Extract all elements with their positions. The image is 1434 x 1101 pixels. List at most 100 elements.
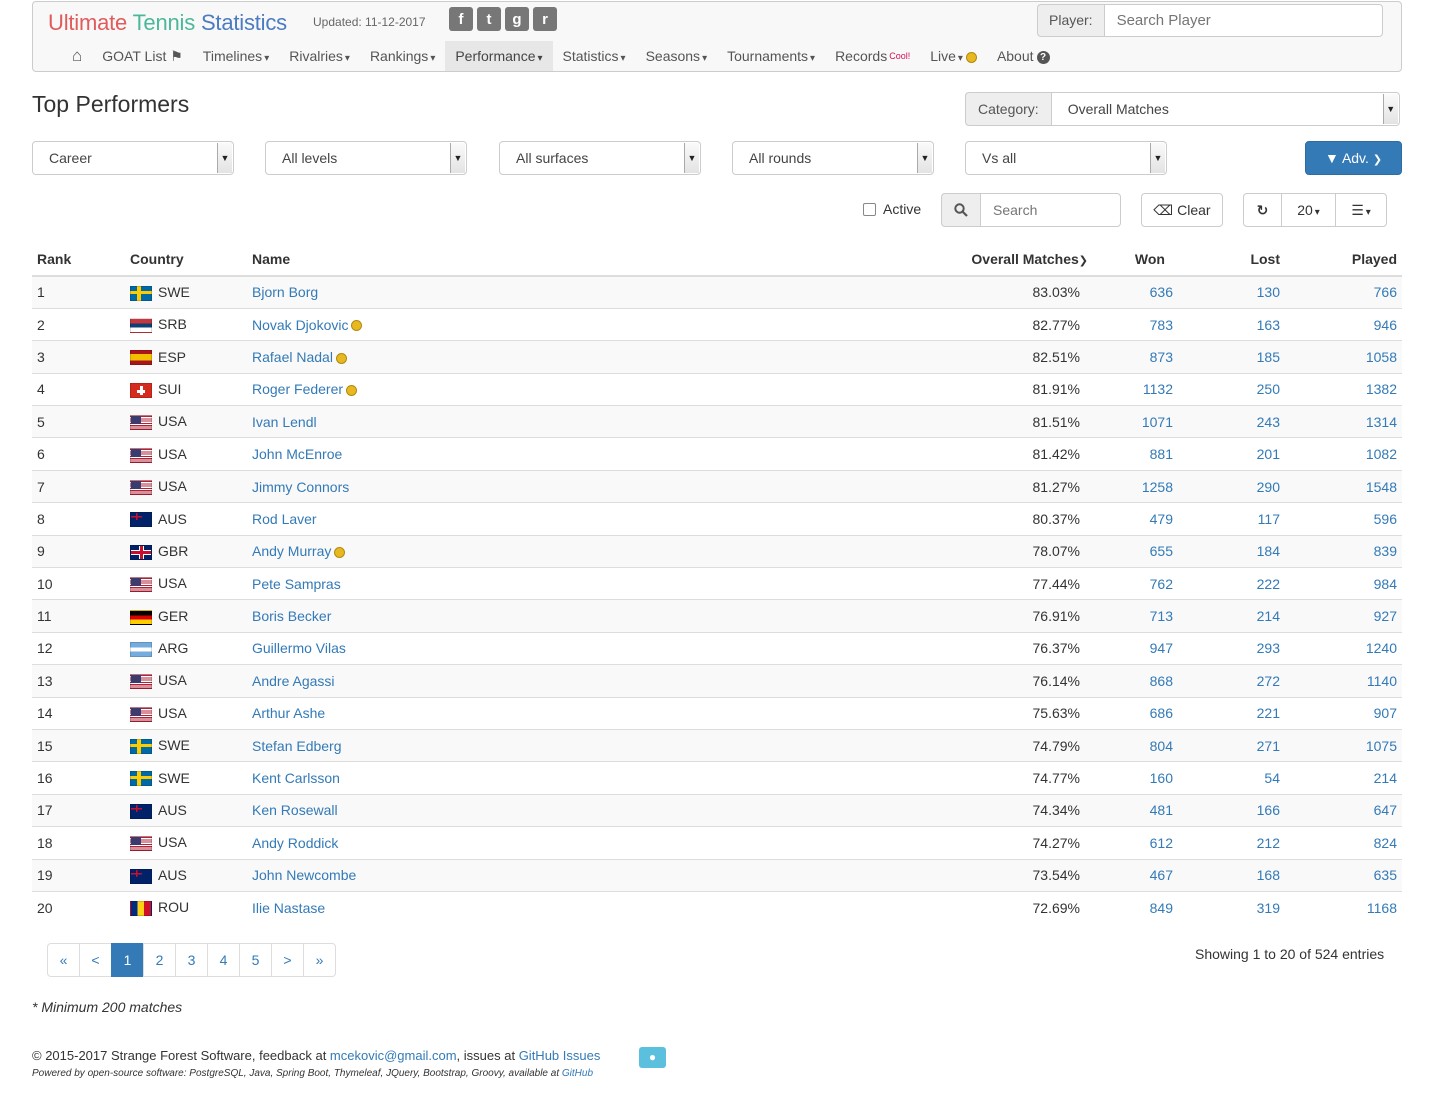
played-link[interactable]: 1240 [1366,640,1397,656]
page-2-button[interactable]: 2 [143,943,176,977]
menu-tournaments[interactable]: Tournaments [717,41,825,71]
played-link[interactable]: 635 [1374,867,1397,883]
played-link[interactable]: 907 [1374,705,1397,721]
player-link[interactable]: John Newcombe [252,867,356,883]
played-link[interactable]: 766 [1374,284,1397,300]
player-link[interactable]: Kent Carlsson [252,770,340,786]
globe-icon[interactable]: ● [639,1047,666,1068]
round-select[interactable]: All rounds ▼ [732,141,934,175]
menu-performance[interactable]: Performance [445,41,553,71]
played-link[interactable]: 1314 [1366,414,1397,430]
page-next-button[interactable]: > [271,943,304,977]
menu-rivalries[interactable]: Rivalries [279,41,360,71]
player-link[interactable]: Arthur Ashe [252,705,325,721]
level-select[interactable]: All levels ▼ [265,141,467,175]
opponent-select[interactable]: Vs all ▼ [965,141,1167,175]
played-link[interactable]: 824 [1374,835,1397,851]
player-link[interactable]: Pete Sampras [252,576,341,592]
period-select[interactable]: Career ▼ [32,141,234,175]
player-link[interactable]: Andy Murray [252,543,331,559]
player-link[interactable]: Rafael Nadal [252,349,333,365]
played-link[interactable]: 647 [1374,802,1397,818]
won-link[interactable]: 636 [1150,284,1173,300]
col-name[interactable]: Name [247,243,837,277]
lost-link[interactable]: 222 [1257,576,1280,592]
played-link[interactable]: 927 [1374,608,1397,624]
lost-link[interactable]: 201 [1257,446,1280,462]
player-link[interactable]: Stefan Edberg [252,738,342,754]
category-select[interactable]: Overall Matches ▼ [1050,92,1400,126]
won-link[interactable]: 947 [1150,640,1173,656]
played-link[interactable]: 984 [1374,576,1397,592]
menu-timelines[interactable]: Timelines [193,41,279,71]
won-link[interactable]: 804 [1150,738,1173,754]
lost-link[interactable]: 272 [1257,673,1280,689]
lost-link[interactable]: 290 [1257,479,1280,495]
col-lost[interactable]: Lost [1193,243,1293,277]
lost-link[interactable]: 168 [1257,867,1280,883]
columns-button[interactable]: ☰ [1335,193,1387,227]
won-link[interactable]: 881 [1150,446,1173,462]
played-link[interactable]: 596 [1374,511,1397,527]
won-link[interactable]: 467 [1150,867,1173,883]
col-won[interactable]: Won [1093,243,1193,277]
col-country[interactable]: Country [125,243,247,277]
page-first-button[interactable]: « [47,943,80,977]
lost-link[interactable]: 166 [1257,802,1280,818]
played-link[interactable]: 214 [1374,770,1397,786]
won-link[interactable]: 479 [1150,511,1173,527]
won-link[interactable]: 783 [1150,317,1173,333]
player-search-input[interactable] [1103,4,1383,37]
won-link[interactable]: 160 [1150,770,1173,786]
played-link[interactable]: 1548 [1366,479,1397,495]
facebook-icon[interactable]: f [449,7,473,31]
col-overall-matches[interactable]: Overall Matches❯ [837,243,1093,277]
won-link[interactable]: 873 [1150,349,1173,365]
player-link[interactable]: Bjorn Borg [252,284,318,300]
won-link[interactable]: 1258 [1142,479,1173,495]
won-link[interactable]: 1132 [1143,381,1173,397]
menu-about[interactable]: About? [987,41,1060,71]
won-link[interactable]: 655 [1150,543,1173,559]
brand-logo[interactable]: Ultimate Tennis Statistics [48,10,287,36]
player-link[interactable]: Boris Becker [252,608,331,624]
page-5-button[interactable]: 5 [239,943,272,977]
player-link[interactable]: Rod Laver [252,511,317,527]
player-link[interactable]: Ilie Nastase [252,900,325,916]
won-link[interactable]: 1071 [1142,414,1173,430]
menu-seasons[interactable]: Seasons [636,41,718,71]
won-link[interactable]: 713 [1150,608,1173,624]
active-checkbox[interactable] [863,202,876,216]
played-link[interactable]: 1140 [1367,673,1397,689]
lost-link[interactable]: 117 [1258,511,1280,527]
player-link[interactable]: Ken Rosewall [252,802,338,818]
lost-link[interactable]: 54 [1264,770,1280,786]
played-link[interactable]: 1168 [1367,900,1397,916]
won-link[interactable]: 481 [1150,802,1173,818]
player-link[interactable]: Andy Roddick [252,835,338,851]
page-3-button[interactable]: 3 [175,943,208,977]
refresh-button[interactable]: ↻ [1243,193,1282,227]
player-link[interactable]: John McEnroe [252,446,342,462]
lost-link[interactable]: 163 [1257,317,1280,333]
played-link[interactable]: 1058 [1366,349,1397,365]
lost-link[interactable]: 221 [1257,705,1280,721]
page-last-button[interactable]: » [303,943,336,977]
played-link[interactable]: 839 [1374,543,1397,559]
surface-select[interactable]: All surfaces ▼ [499,141,701,175]
lost-link[interactable]: 214 [1257,608,1280,624]
player-link[interactable]: Andre Agassi [252,673,335,689]
page-1-button[interactable]: 1 [111,943,144,977]
page-prev-button[interactable]: < [79,943,112,977]
lost-link[interactable]: 293 [1257,640,1280,656]
player-link[interactable]: Jimmy Connors [252,479,349,495]
played-link[interactable]: 1082 [1366,446,1397,462]
active-filter[interactable]: Active [863,201,921,217]
twitter-icon[interactable]: t [477,7,501,31]
lost-link[interactable]: 271 [1257,738,1280,754]
lost-link[interactable]: 184 [1257,543,1280,559]
col-played[interactable]: Played [1293,243,1402,277]
github-issues-link[interactable]: GitHub Issues [519,1048,601,1063]
won-link[interactable]: 849 [1150,900,1173,916]
lost-link[interactable]: 185 [1257,349,1280,365]
